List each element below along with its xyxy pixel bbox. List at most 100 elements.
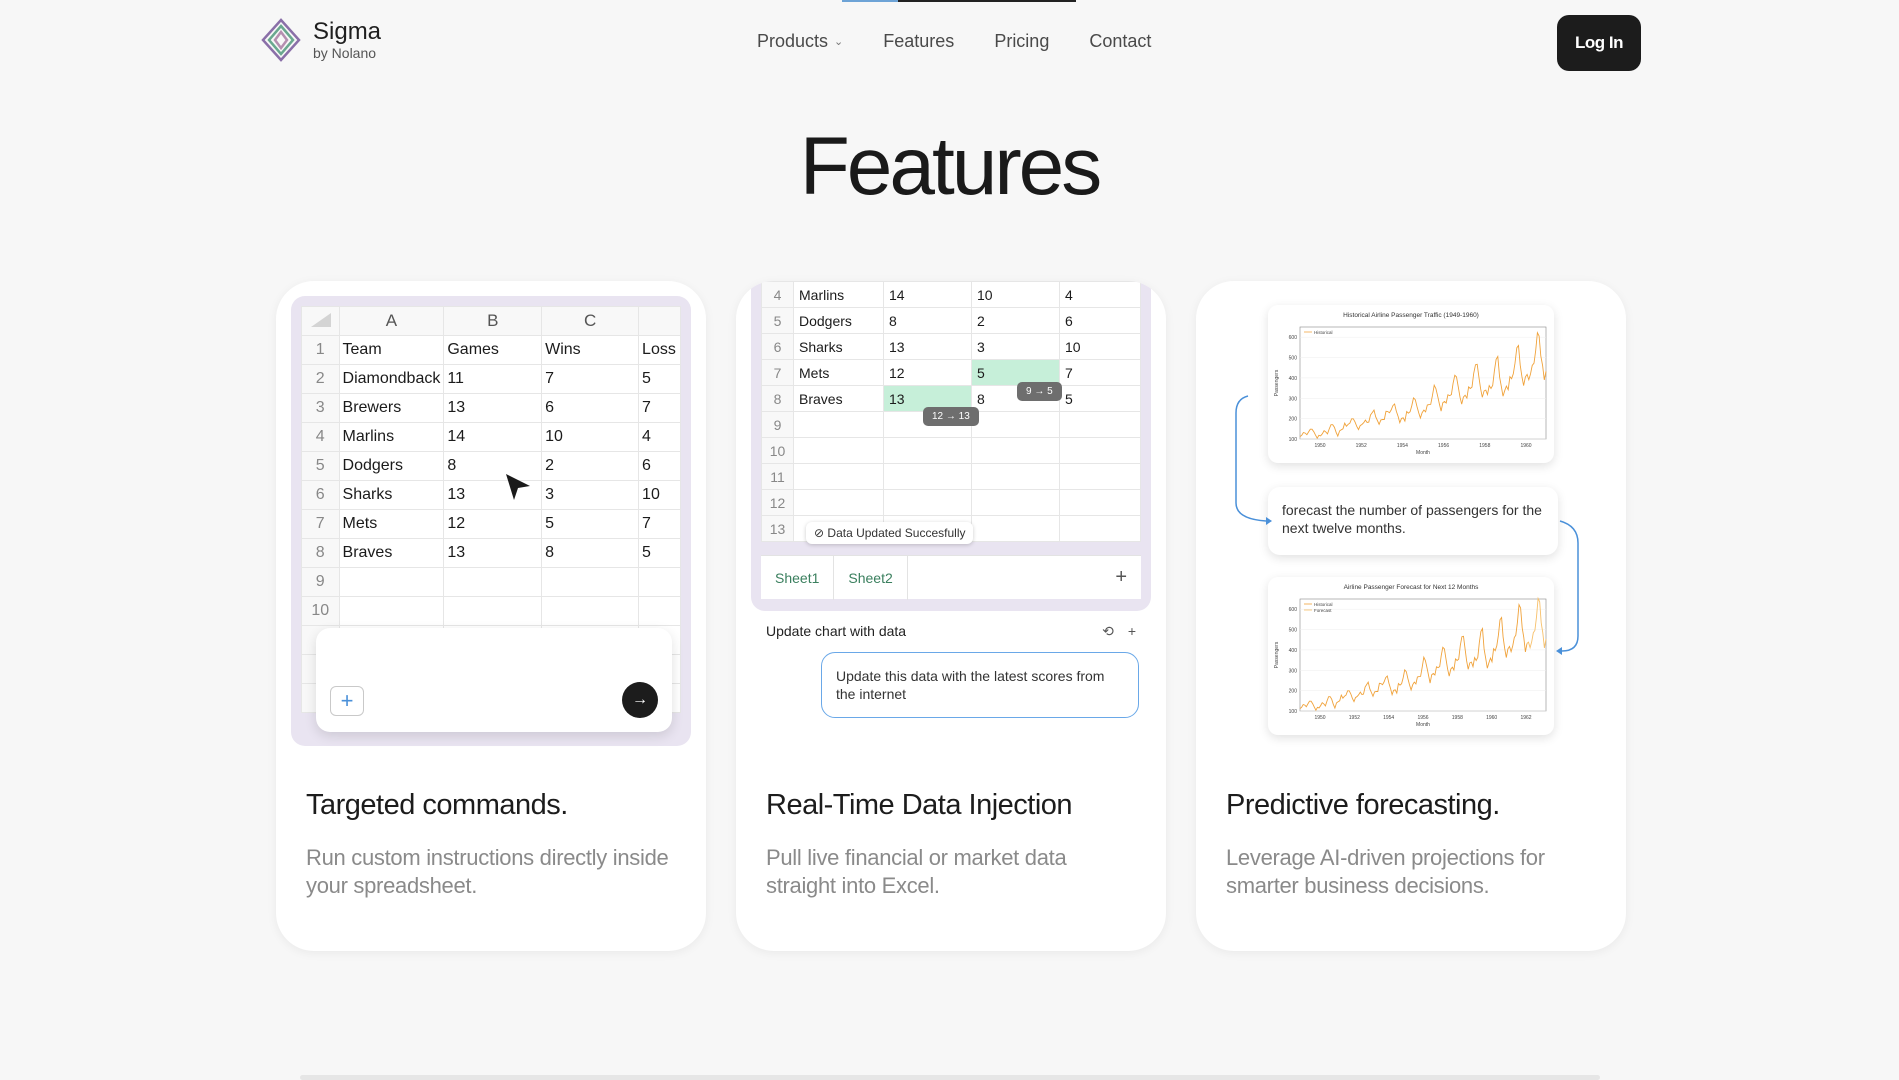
cell[interactable] <box>793 411 884 438</box>
cell[interactable]: Sharks <box>338 480 445 510</box>
cell[interactable]: Braves <box>338 538 445 568</box>
cell[interactable] <box>1059 489 1141 516</box>
cell[interactable] <box>793 437 884 464</box>
cell[interactable] <box>638 596 681 626</box>
cell[interactable]: Mets <box>793 359 884 386</box>
cell[interactable]: Marlins <box>793 281 884 308</box>
login-button[interactable]: Log In <box>1557 15 1641 71</box>
cell[interactable]: 13 <box>443 538 543 568</box>
cell[interactable]: 5 <box>1059 385 1141 412</box>
cell[interactable]: Sharks <box>793 333 884 360</box>
card-description: Run custom instructions directly inside … <box>306 845 669 898</box>
col-header[interactable]: A <box>338 306 445 336</box>
col-header[interactable] <box>638 306 681 336</box>
cell[interactable] <box>971 463 1060 490</box>
cell[interactable] <box>541 596 640 626</box>
chat-title: Update chart with data <box>766 623 907 639</box>
cell[interactable]: 14 <box>883 281 972 308</box>
cell[interactable] <box>338 596 445 626</box>
cell[interactable]: 5 <box>638 538 681 568</box>
cell[interactable]: 5 <box>638 364 681 394</box>
cell[interactable]: 8 <box>883 307 972 334</box>
cell[interactable]: 10 <box>541 422 640 452</box>
cell[interactable] <box>971 515 1060 542</box>
table-row: 4 Marlins 14 10 4 <box>761 281 1141 308</box>
nav-pricing[interactable]: Pricing <box>994 31 1049 52</box>
cell[interactable] <box>1059 411 1141 438</box>
cell[interactable] <box>971 411 1060 438</box>
nav-products[interactable]: Products ⌄ <box>757 31 843 52</box>
cell[interactable]: Brewers <box>338 393 445 423</box>
cell[interactable]: 4 <box>1059 281 1141 308</box>
cell[interactable]: 6 <box>1059 307 1141 334</box>
row-number: 5 <box>761 307 794 334</box>
chart-title: Airline Passenger Forecast for Next 12 M… <box>1344 584 1480 591</box>
row-number: 11 <box>761 463 794 490</box>
cell[interactable] <box>1059 437 1141 464</box>
change-chip: 9 → 5 <box>1017 382 1062 401</box>
cell[interactable] <box>1059 463 1141 490</box>
cell[interactable] <box>338 567 445 597</box>
cell[interactable] <box>541 567 640 597</box>
cell[interactable]: 2 <box>971 307 1060 334</box>
cell[interactable] <box>443 596 543 626</box>
col-header[interactable]: C <box>541 306 640 336</box>
cell[interactable]: 14 <box>443 422 543 452</box>
add-attachment-button[interactable]: + <box>330 686 364 716</box>
cell[interactable] <box>883 463 972 490</box>
cell[interactable]: Braves <box>793 385 884 412</box>
cell[interactable]: 5 <box>541 509 640 539</box>
cell[interactable]: Loss <box>638 335 681 365</box>
cell[interactable]: Wins <box>541 335 640 365</box>
cell[interactable] <box>638 567 681 597</box>
brand-name: Sigma <box>313 18 382 45</box>
cell[interactable] <box>1059 515 1141 542</box>
cell[interactable]: 10 <box>638 480 681 510</box>
cell[interactable]: 7 <box>638 393 681 423</box>
cell[interactable] <box>883 489 972 516</box>
cell[interactable] <box>793 489 884 516</box>
cell[interactable]: Team <box>338 335 445 365</box>
history-icon[interactable]: ⟲ <box>1102 623 1114 640</box>
send-button[interactable]: → <box>622 682 658 718</box>
cell[interactable]: Marlins <box>338 422 445 452</box>
cell[interactable]: 7 <box>638 509 681 539</box>
cell[interactable]: Dodgers <box>793 307 884 334</box>
nav-contact[interactable]: Contact <box>1089 31 1151 52</box>
command-prompt-box[interactable]: + → <box>316 628 672 732</box>
cell[interactable]: 11 <box>443 364 543 394</box>
cell[interactable] <box>793 463 884 490</box>
cell[interactable]: 7 <box>541 364 640 394</box>
add-sheet-button[interactable]: + <box>1101 556 1141 600</box>
cell[interactable]: 10 <box>1059 333 1141 360</box>
cell[interactable]: 12 <box>443 509 543 539</box>
cell[interactable]: 4 <box>638 422 681 452</box>
cell[interactable] <box>883 437 972 464</box>
nav-features[interactable]: Features <box>883 31 954 52</box>
y-tick-label: 600 <box>1289 335 1298 341</box>
cell[interactable] <box>443 567 543 597</box>
cell[interactable]: 2 <box>541 451 640 481</box>
cell[interactable]: 8 <box>541 538 640 568</box>
col-header[interactable]: B <box>443 306 543 336</box>
cell[interactable]: 7 <box>1059 359 1141 386</box>
cell[interactable]: Dodgers <box>338 451 445 481</box>
cell[interactable]: 6 <box>541 393 640 423</box>
tab-sheet1[interactable]: Sheet1 <box>761 555 835 600</box>
cell[interactable]: 3 <box>541 480 640 510</box>
tab-sheet2[interactable]: Sheet2 <box>834 555 908 600</box>
cell[interactable]: 13 <box>883 333 972 360</box>
cell[interactable] <box>971 489 1060 516</box>
brand-logo[interactable]: Sigma by Nolano <box>261 18 381 62</box>
cell[interactable]: Mets <box>338 509 445 539</box>
table-row: 11 <box>761 463 1141 490</box>
cell[interactable]: 12 <box>883 359 972 386</box>
cell[interactable]: 6 <box>638 451 681 481</box>
new-chat-icon[interactable]: + <box>1128 623 1136 640</box>
cell[interactable]: 3 <box>971 333 1060 360</box>
cell[interactable]: Games <box>443 335 543 365</box>
cell[interactable]: 10 <box>971 281 1060 308</box>
cell[interactable] <box>971 437 1060 464</box>
cell[interactable]: Diamondback <box>338 364 445 394</box>
cell[interactable]: 13 <box>443 393 543 423</box>
